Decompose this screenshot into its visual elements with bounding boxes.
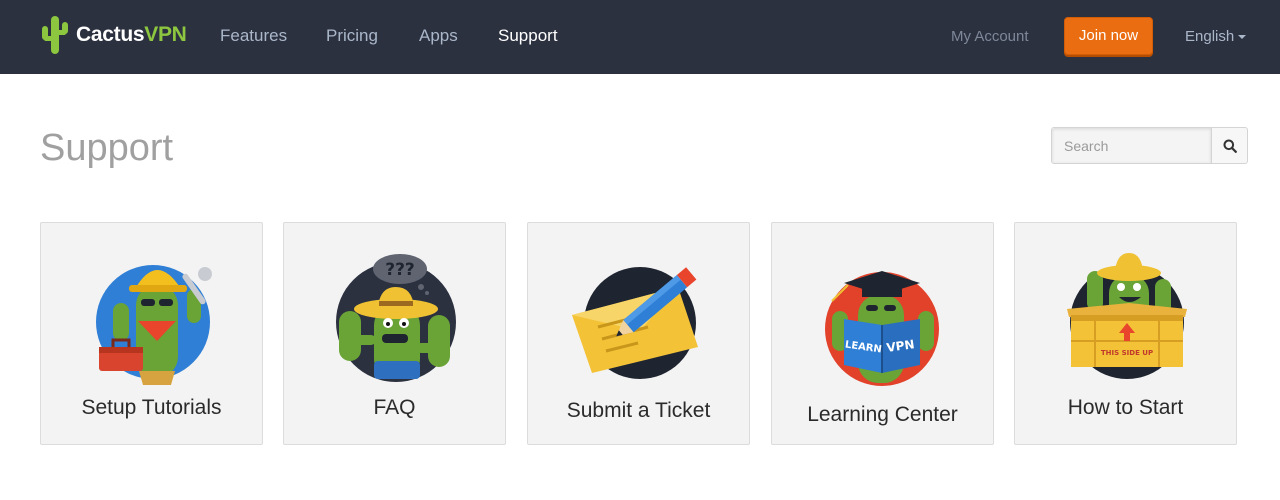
caret-down-icon <box>1238 35 1247 40</box>
cactus-question-marks-illustration: ??? <box>336 254 456 382</box>
language-selector[interactable]: English <box>1185 28 1247 45</box>
card-label: Submit a Ticket <box>566 399 711 422</box>
nav-features-link[interactable]: Features <box>220 26 287 46</box>
search-icon <box>1223 139 1237 153</box>
cactus-logo-icon <box>42 16 68 54</box>
my-account-link[interactable]: My Account <box>951 28 1029 45</box>
nav-pricing-link[interactable]: Pricing <box>326 26 378 46</box>
nav-support-link[interactable]: Support <box>498 26 558 46</box>
logo-wordmark: CactusVPN <box>76 23 187 46</box>
card-label: Learning Center <box>807 403 958 426</box>
cactusvpn-logo[interactable]: CactusVPN <box>40 13 187 57</box>
search-button[interactable] <box>1211 128 1247 163</box>
search-input[interactable] <box>1052 128 1211 163</box>
card-setup-tutorials[interactable]: Setup Tutorials <box>40 222 263 445</box>
card-label: FAQ <box>373 396 416 419</box>
svg-text:???: ??? <box>385 260 415 280</box>
join-now-button[interactable]: Join now <box>1064 17 1153 55</box>
search-box <box>1051 127 1248 164</box>
card-learning-center[interactable]: LEARN VPN Learning Center <box>771 222 994 445</box>
language-label: English <box>1185 28 1235 45</box>
cactus-reading-book-illustration: LEARN VPN <box>825 271 939 386</box>
card-how-to-start[interactable]: THIS SIDE UP How to Start <box>1014 222 1237 445</box>
cactus-builder-toolbox-illustration <box>96 265 212 385</box>
cactus-in-box-illustration: THIS SIDE UP <box>1067 253 1187 379</box>
pencil-envelope-illustration <box>572 267 698 379</box>
card-label: How to Start <box>1067 396 1184 419</box>
nav-apps-link[interactable]: Apps <box>419 26 458 46</box>
card-label: Setup Tutorials <box>81 396 222 419</box>
card-faq[interactable]: ??? FAQ <box>283 222 506 445</box>
svg-text:THIS SIDE UP: THIS SIDE UP <box>1101 349 1153 357</box>
top-navigation-bar: CactusVPN Features Pricing Apps Support … <box>0 0 1280 74</box>
card-submit-ticket[interactable]: Submit a Ticket <box>527 222 750 445</box>
page-title: Support <box>40 127 174 169</box>
